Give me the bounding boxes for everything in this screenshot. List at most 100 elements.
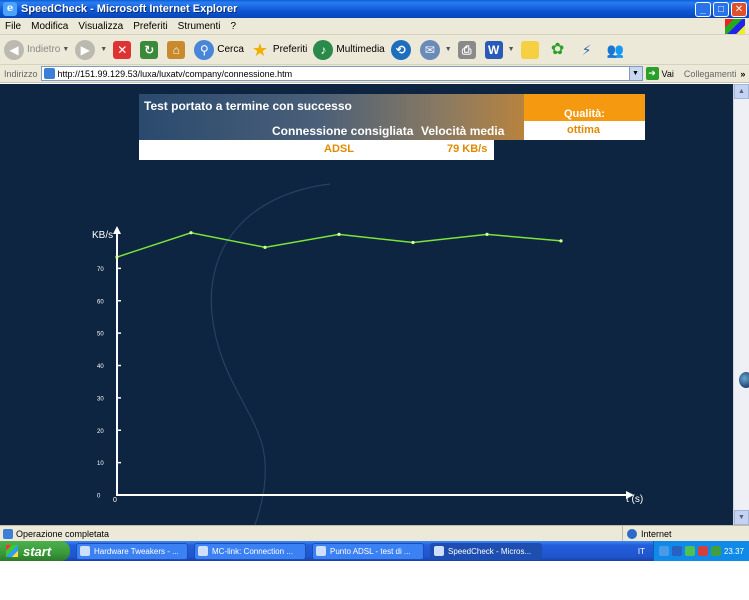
forward-dropdown-icon[interactable]: ▼	[100, 46, 107, 53]
address-label: Indirizzo	[4, 68, 38, 79]
result-panel: Test portato a termine con successo Conn…	[139, 94, 645, 160]
print-button[interactable]: ⎙	[457, 40, 479, 59]
menu-visualizza[interactable]: Visualizza	[73, 21, 128, 32]
menu-strumenti[interactable]: Strumenti	[173, 21, 226, 32]
security-zone: Internet	[622, 526, 749, 541]
word-dropdown-icon[interactable]: ▼	[508, 46, 515, 53]
mail-dropdown-icon[interactable]: ▼	[445, 46, 452, 53]
y-tick-label: 20	[97, 429, 104, 435]
search-icon: ⚲	[194, 39, 215, 60]
scroll-up-icon[interactable]: ▲	[734, 84, 749, 99]
back-button[interactable]: ◀ Indietro ▼	[4, 39, 69, 60]
taskbar-item-punto-adsl[interactable]: Punto ADSL - test di ...	[312, 542, 424, 560]
menu-help[interactable]: ?	[225, 21, 241, 32]
speed-data-point	[115, 255, 119, 259]
task-label: Punto ADSL - test di ...	[330, 546, 411, 556]
media-button[interactable]: ♪ Multimedia	[313, 39, 385, 60]
quality-label: Qualità:	[564, 108, 605, 120]
stop-icon: ✕	[113, 40, 132, 59]
result-values-strip	[139, 140, 494, 160]
note-button[interactable]	[520, 40, 542, 59]
speed-data-point	[189, 231, 193, 235]
star-icon: ★	[251, 39, 268, 60]
language-indicator[interactable]: IT	[638, 547, 645, 556]
taskbar-item-speedcheck[interactable]: SpeedCheck - Micros...	[430, 542, 542, 560]
y-tick-label: 70	[97, 267, 104, 273]
address-bar: Indirizzo http://151.99.129.53/luxa/luxa…	[0, 65, 749, 83]
search-button[interactable]: ⚲ Cerca	[194, 39, 244, 60]
address-dropdown-icon[interactable]: ▼	[628, 67, 642, 80]
mail-icon: ✉	[419, 39, 440, 60]
tray-security-icon[interactable]	[671, 546, 682, 556]
people-icon: 👥	[606, 41, 625, 58]
address-input[interactable]: http://151.99.129.53/luxa/luxatv/company…	[40, 66, 643, 81]
refresh-button[interactable]: ↻	[140, 40, 161, 59]
media-icon: ♪	[313, 39, 334, 60]
search-label: Cerca	[217, 44, 244, 55]
ie-icon: e	[3, 2, 17, 16]
people-button[interactable]: 👥	[606, 40, 629, 60]
windows-flag-icon	[725, 18, 745, 34]
forward-arrow-icon: ▶	[75, 39, 96, 60]
tray-connection-icon[interactable]	[710, 546, 721, 556]
home-button[interactable]: ⌂	[167, 40, 188, 59]
close-button[interactable]: ✕	[731, 1, 747, 17]
average-speed-value: 79 KB/s	[447, 143, 488, 155]
y-axis-label: KB/s	[92, 230, 113, 241]
links-button[interactable]: Collegamenti	[684, 69, 737, 79]
maximize-button[interactable]: □	[713, 1, 729, 17]
y-axis-arrow	[113, 226, 121, 234]
tray-network-icon[interactable]	[658, 546, 669, 556]
menu-preferiti[interactable]: Preferiti	[128, 21, 172, 32]
task-label: SpeedCheck - Micros...	[448, 546, 532, 556]
page-done-icon	[3, 528, 13, 539]
y-tick-label: 10	[97, 461, 104, 467]
messenger-icon: ⚡	[581, 41, 592, 58]
vertical-scrollbar[interactable]: ▲ ▼	[733, 84, 749, 525]
word-button[interactable]: W ▼	[484, 40, 515, 59]
speed-data-point	[559, 239, 563, 243]
taskbar-item-mc-link[interactable]: MC-link: Connection ...	[194, 542, 306, 560]
back-dropdown-icon[interactable]: ▼	[62, 46, 69, 53]
speed-series-line	[116, 231, 562, 258]
tray-messenger-icon[interactable]	[684, 546, 695, 556]
toolbar: ◀ Indietro ▼ ▶ ▼ ✕ ↻ ⌂ ⚲ Cerca ★ Preferi…	[0, 35, 749, 65]
internet-zone-icon	[627, 528, 637, 539]
favorites-label: Preferiti	[272, 44, 308, 55]
page-content: KB/s t (s) 0 0 10 20 30 40 50 60 70 Test portat…	[0, 84, 733, 525]
ie-window-icon	[198, 546, 208, 556]
forward-button[interactable]: ▶ ▼	[75, 39, 107, 60]
minimize-button[interactable]: _	[695, 1, 711, 17]
history-button[interactable]: ⟲	[390, 39, 414, 60]
messenger-button[interactable]: ⚡	[577, 40, 600, 60]
stop-button[interactable]: ✕	[113, 40, 134, 59]
mail-button[interactable]: ✉ ▼	[419, 39, 452, 60]
flower-button[interactable]: ✿	[548, 40, 571, 60]
page-icon	[43, 68, 55, 79]
y-tick-label: 50	[97, 332, 104, 338]
menu-modifica[interactable]: Modifica	[26, 21, 73, 32]
system-tray: 23.37	[652, 541, 749, 561]
scroll-down-icon[interactable]: ▼	[734, 510, 749, 525]
windows-logo-icon	[6, 545, 18, 557]
zone-label: Internet	[641, 528, 672, 539]
ie-window-icon	[434, 546, 444, 556]
status-bar: Operazione completata Internet	[0, 525, 749, 541]
task-label: MC-link: Connection ...	[212, 546, 293, 556]
back-arrow-icon: ◀	[4, 39, 24, 60]
window-titlebar[interactable]: e SpeedCheck - Microsoft Internet Explor…	[0, 0, 749, 18]
go-button[interactable]: ➜ Vai	[645, 67, 674, 80]
tray-ati-icon[interactable]	[697, 546, 708, 556]
back-label: Indietro	[27, 44, 61, 55]
window-title: SpeedCheck - Microsoft Internet Explorer	[21, 3, 238, 15]
globe-icon	[739, 372, 749, 388]
media-label: Multimedia	[336, 44, 385, 55]
speed-data-point	[485, 232, 489, 236]
menu-file[interactable]: File	[0, 21, 26, 32]
favorites-button[interactable]: ★ Preferiti	[250, 39, 308, 60]
start-button[interactable]: start	[0, 541, 70, 561]
address-url[interactable]: http://151.99.129.53/luxa/luxatv/company…	[58, 69, 629, 79]
links-chevron-icon[interactable]: »	[740, 69, 745, 79]
taskbar: start Hardware Tweakers - ... MC-link: C…	[0, 541, 749, 561]
taskbar-item-hardware-tweakers[interactable]: Hardware Tweakers - ...	[76, 542, 188, 560]
